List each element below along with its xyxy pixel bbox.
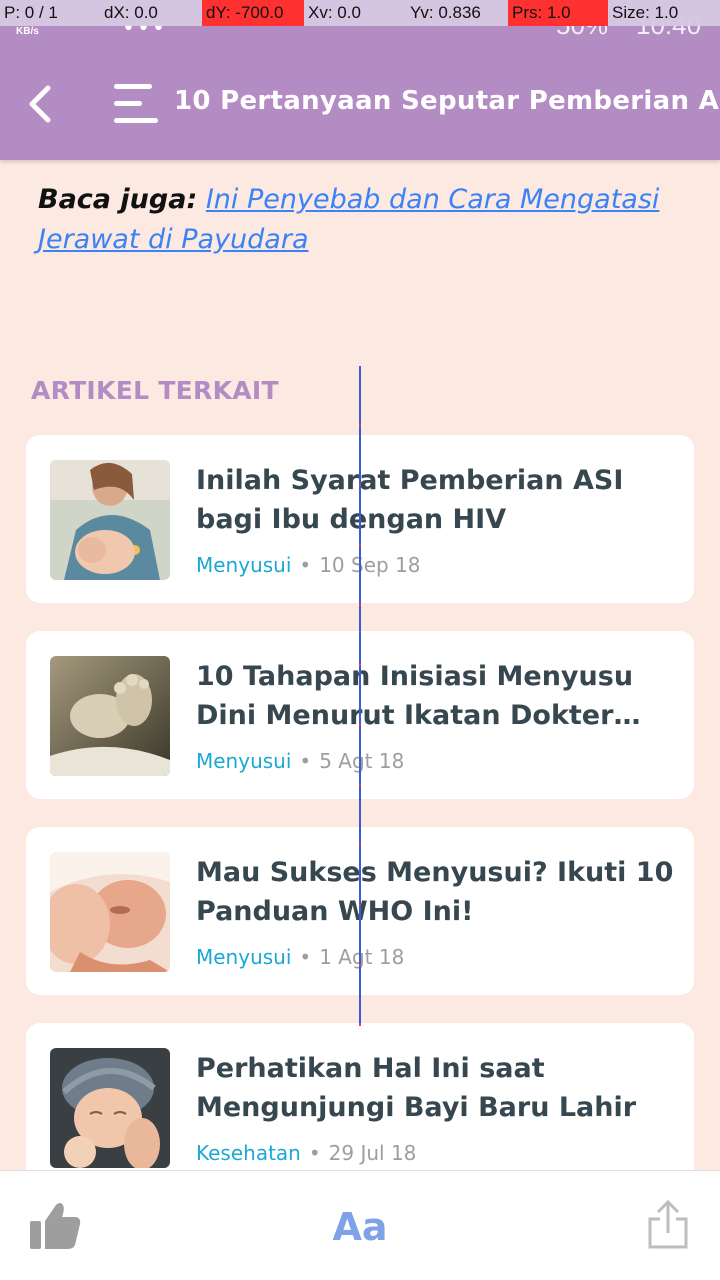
article-date: 5 Agt 18 bbox=[319, 749, 405, 773]
debug-pointer: P: 0 / 1 bbox=[0, 0, 100, 26]
article-thumbnail bbox=[50, 1048, 170, 1168]
article-thumbnail bbox=[50, 460, 170, 580]
debug-dx: dX: 0.0 bbox=[100, 0, 202, 26]
article-thumbnail bbox=[50, 852, 170, 972]
related-article-card[interactable]: Perhatikan Hal Ini saat Mengunjungi Bayi… bbox=[26, 1023, 694, 1170]
article-meta: Kesehatan • 29 Jul 18 bbox=[196, 1141, 416, 1165]
article-thumbnail bbox=[50, 656, 170, 776]
back-arrow-icon bbox=[29, 85, 51, 123]
menu-icon-line bbox=[114, 101, 142, 106]
debug-yv: Yv: 0.836 bbox=[406, 0, 508, 26]
article-category: Menyusui bbox=[196, 553, 292, 577]
debug-dy: dY: -700.0 bbox=[202, 0, 304, 26]
bottom-action-bar: Aa bbox=[0, 1170, 720, 1280]
article-category: Kesehatan bbox=[196, 1141, 301, 1165]
pointer-location-overlay: P: 0 / 1 dX: 0.0 dY: -700.0 Xv: 0.0 Yv: … bbox=[0, 0, 720, 26]
read-also-paragraph: Baca juga: Ini Penyebab dan Cara Mengata… bbox=[38, 180, 678, 260]
article-title: Perhatikan Hal Ini saat Mengunjungi Bayi… bbox=[196, 1053, 637, 1123]
pointer-trace-line bbox=[359, 366, 361, 1026]
meta-separator: • bbox=[299, 749, 312, 773]
article-category: Menyusui bbox=[196, 945, 292, 969]
app-bar: 10 Pertanyaan Seputar Pemberian ASI bbox=[0, 36, 720, 160]
related-articles-heading: ARTIKEL TERKAIT bbox=[31, 376, 279, 405]
like-button[interactable] bbox=[28, 1201, 82, 1251]
meta-separator: • bbox=[299, 553, 312, 577]
meta-separator: • bbox=[308, 1141, 321, 1165]
net-speed: KB/s bbox=[16, 26, 39, 37]
article-meta: Menyusui • 10 Sep 18 bbox=[196, 553, 421, 577]
article-title: Inilah Syarat Pemberian ASI bagi Ibu den… bbox=[196, 465, 624, 535]
article-title: 10 Tahapan Inisiasi Menyusu Dini Menurut… bbox=[196, 657, 676, 735]
article-meta: Menyusui • 5 Agt 18 bbox=[196, 749, 404, 773]
back-button[interactable] bbox=[22, 82, 62, 126]
page-title: 10 Pertanyaan Seputar Pemberian ASI bbox=[174, 86, 720, 116]
article-title-text: 10 Tahapan Inisiasi Menyusu Dini Menurut… bbox=[196, 661, 634, 731]
article-title: Mau Sukses Menyusui? Ikuti 10 Panduan WH… bbox=[196, 857, 674, 927]
article-meta: Menyusui • 1 Agt 18 bbox=[196, 945, 404, 969]
meta-separator: • bbox=[299, 945, 312, 969]
read-also-label: Baca juga: bbox=[38, 184, 198, 215]
debug-xv: Xv: 0.0 bbox=[304, 0, 406, 26]
article-date: 10 Sep 18 bbox=[319, 553, 421, 577]
share-button[interactable] bbox=[646, 1199, 690, 1251]
article-date: 29 Jul 18 bbox=[328, 1141, 417, 1165]
menu-icon bbox=[114, 84, 152, 89]
article-category: Menyusui bbox=[196, 749, 292, 773]
font-size-button[interactable]: Aa bbox=[320, 1205, 400, 1249]
article-date: 1 Agt 18 bbox=[319, 945, 405, 969]
debug-prs: Prs: 1.0 bbox=[508, 0, 608, 26]
debug-size: Size: 1.0 bbox=[608, 0, 720, 26]
thumbs-up-icon bbox=[30, 1203, 81, 1249]
menu-button[interactable] bbox=[110, 84, 160, 124]
menu-icon-line bbox=[114, 118, 158, 123]
share-icon bbox=[648, 1199, 688, 1249]
